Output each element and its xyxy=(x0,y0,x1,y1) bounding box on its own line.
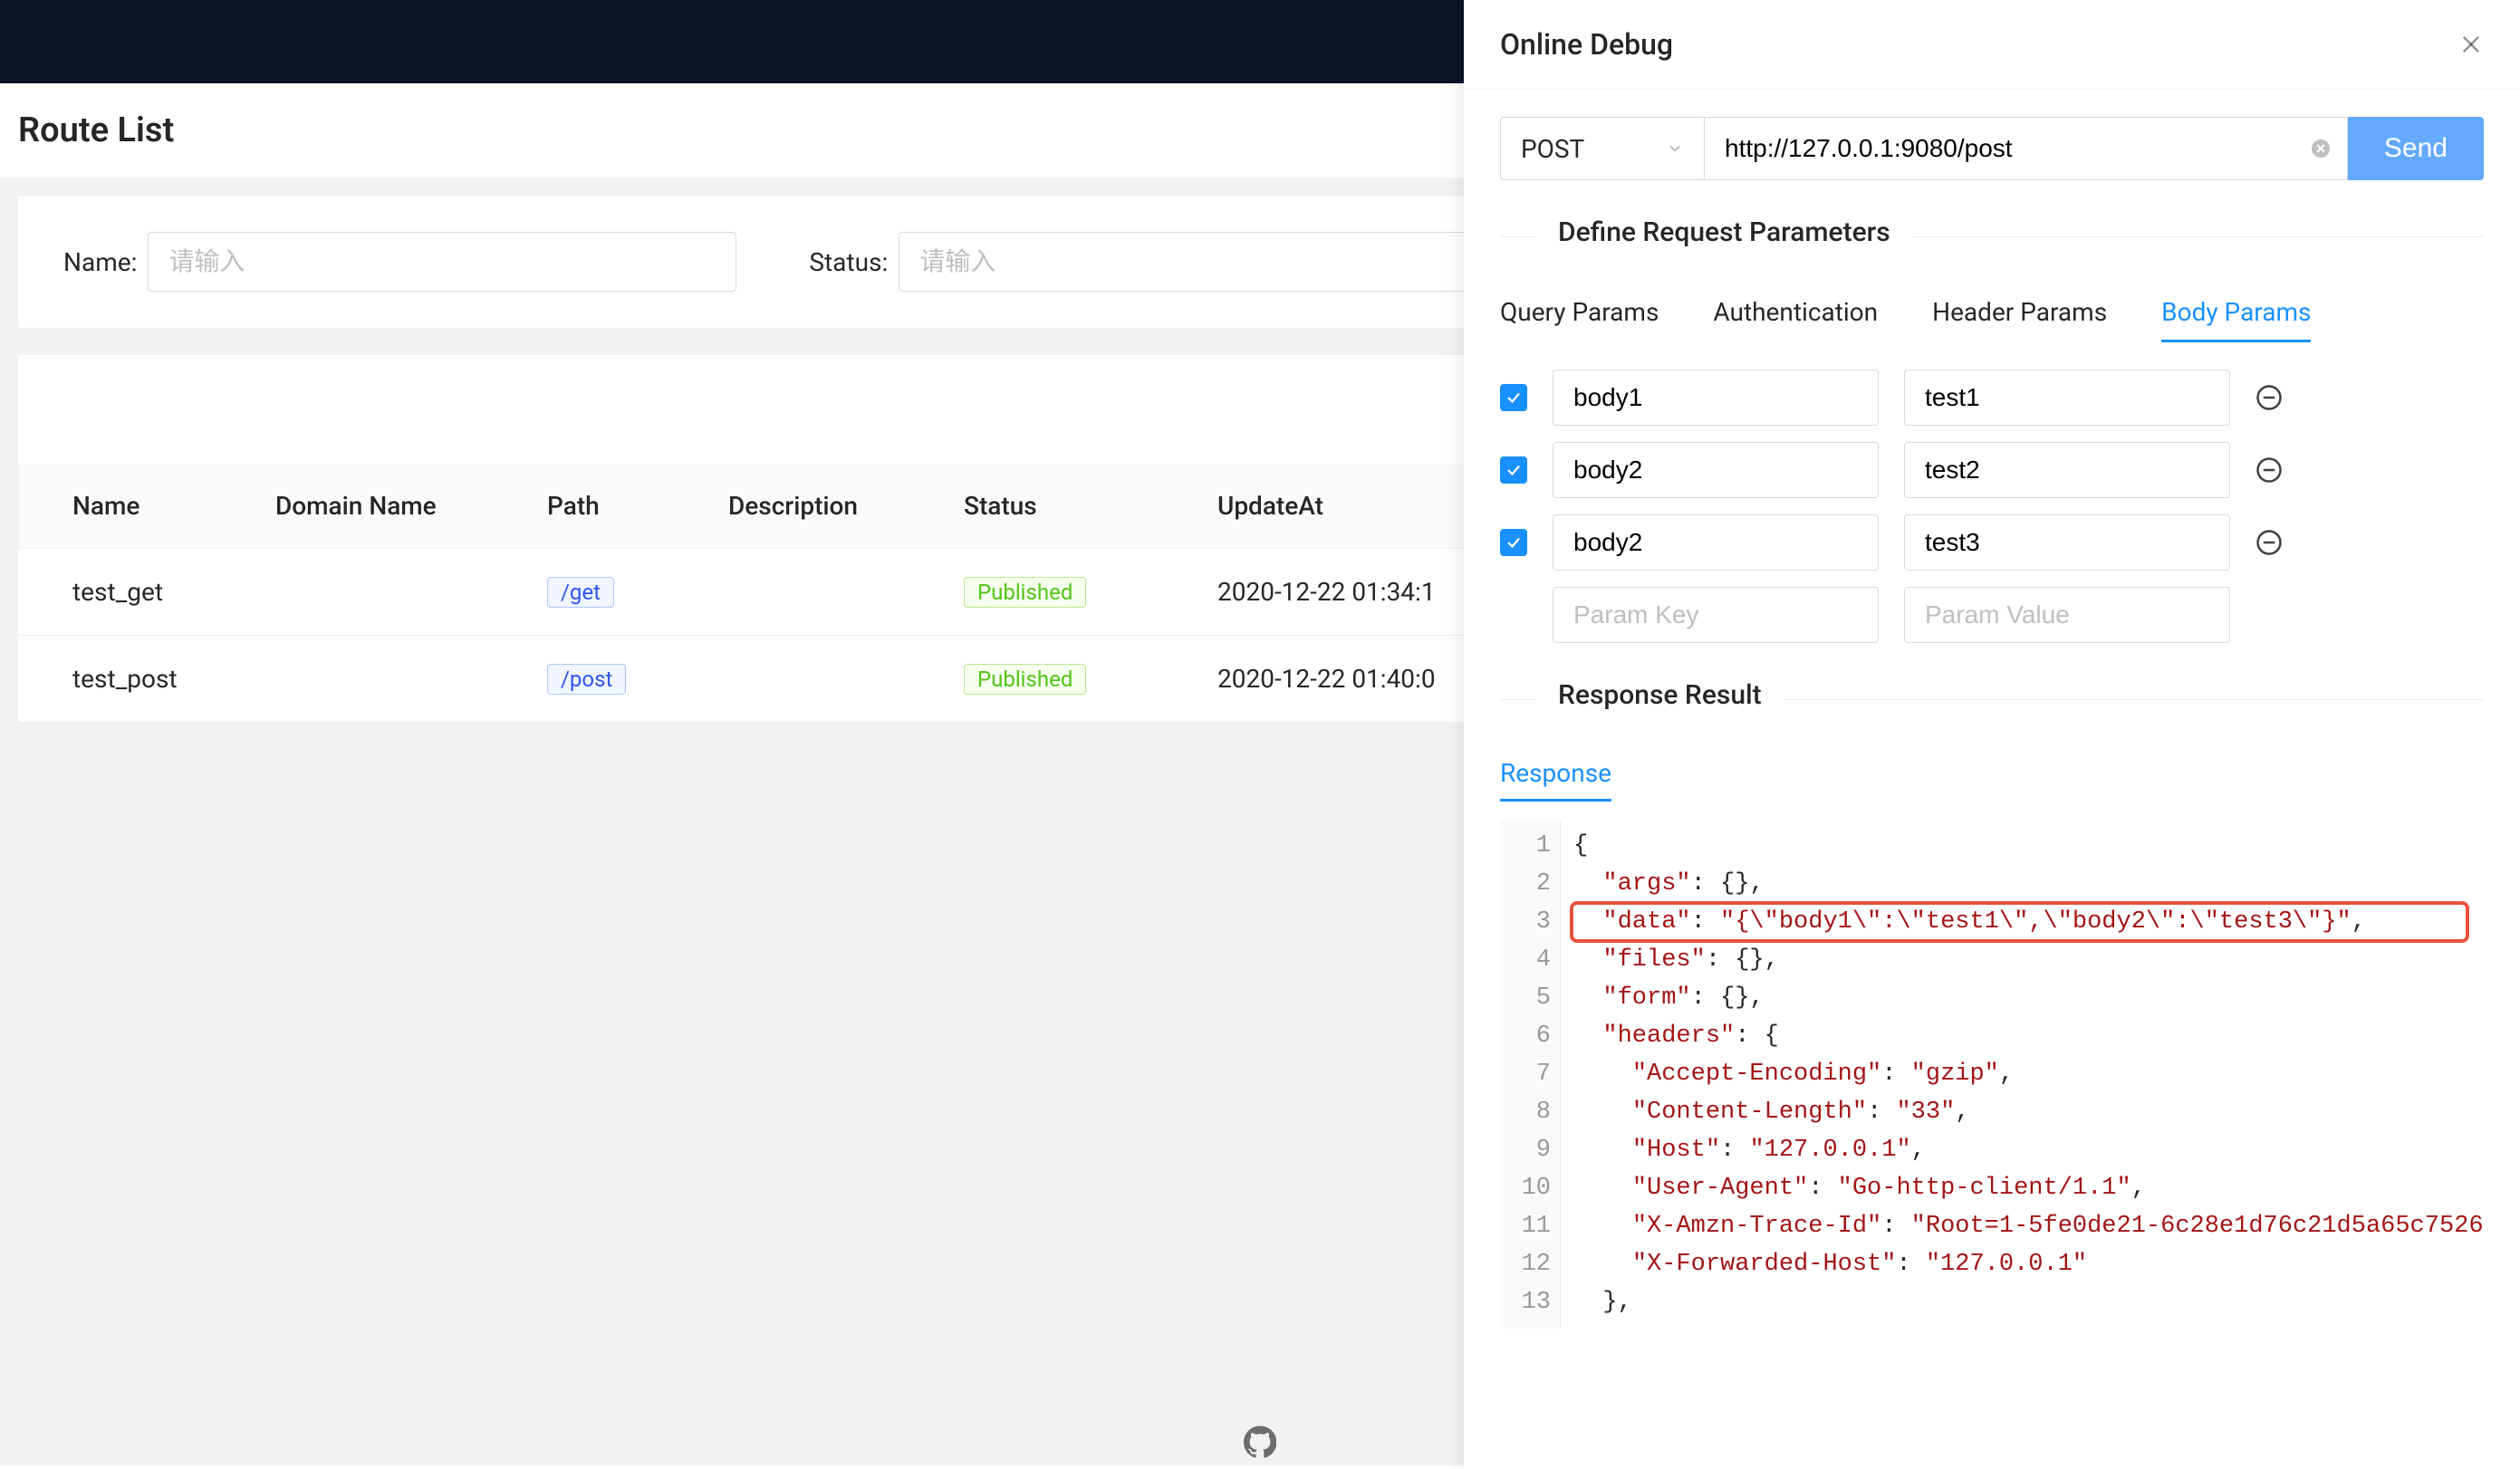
param-key-input[interactable] xyxy=(1553,587,1879,643)
filter-name-input[interactable] xyxy=(148,232,736,292)
tab-header[interactable]: Header Params xyxy=(1932,284,2107,342)
param-row-placeholder xyxy=(1500,587,2484,643)
section-response-divider: Response Result xyxy=(1500,679,2484,720)
request-bar: POST Send xyxy=(1500,117,2484,180)
body-params-list xyxy=(1500,370,2484,643)
param-value-input[interactable] xyxy=(1904,587,2230,643)
path-tag: /get xyxy=(547,577,614,608)
cell-domain xyxy=(254,636,525,723)
minus-circle-icon[interactable] xyxy=(2255,529,2283,556)
code-line: "X-Amzn-Trace-Id": "Root=1-5fe0de21-6c28… xyxy=(1573,1207,2471,1245)
param-checkbox[interactable] xyxy=(1500,456,1527,484)
status-tag: Published xyxy=(964,664,1086,695)
code-line: "Content-Length": "33", xyxy=(1573,1093,2471,1131)
close-icon[interactable] xyxy=(2458,32,2484,57)
cell-description xyxy=(707,549,942,636)
chevron-down-icon xyxy=(1666,139,1684,158)
send-button[interactable]: Send xyxy=(2348,117,2484,180)
cell-path: /get xyxy=(525,549,707,636)
code-line: "Accept-Encoding": "gzip", xyxy=(1573,1055,2471,1093)
drawer-title: Online Debug xyxy=(1500,27,1673,62)
param-row xyxy=(1500,370,2484,426)
drawer-header: Online Debug xyxy=(1464,0,2520,90)
param-checkbox[interactable] xyxy=(1500,529,1527,556)
section-response-label: Response Result xyxy=(1558,679,1762,720)
filter-status: Status: xyxy=(809,232,1487,292)
cell-status: Published xyxy=(942,549,1196,636)
cell-description xyxy=(707,636,942,723)
filter-name: Name: xyxy=(63,232,736,292)
param-value-input[interactable] xyxy=(1904,442,2230,498)
code-line: }, xyxy=(1573,1283,2471,1321)
param-key-input[interactable] xyxy=(1553,442,1879,498)
col-status: Status xyxy=(942,464,1196,549)
col-description: Description xyxy=(707,464,942,549)
param-checkbox[interactable] xyxy=(1500,384,1527,411)
code-line: "headers": { xyxy=(1573,1017,2471,1055)
param-row xyxy=(1500,514,2484,571)
code-line: "data": "{\"body1\":\"test1\",\"body2\":… xyxy=(1573,903,2471,941)
method-value: POST xyxy=(1521,134,1584,164)
code-line: "args": {}, xyxy=(1573,865,2471,903)
status-tag: Published xyxy=(964,577,1086,608)
param-tabs: Query Params Authentication Header Param… xyxy=(1500,284,2484,342)
clear-icon[interactable] xyxy=(2310,138,2332,159)
response-tabs: Response xyxy=(1500,747,2484,802)
filter-name-label: Name: xyxy=(63,247,137,277)
minus-circle-icon[interactable] xyxy=(2255,456,2283,484)
debug-drawer: Online Debug POST Send Define Request Pa… xyxy=(1464,0,2520,1469)
cell-name: test_post xyxy=(18,636,254,723)
section-params-label: Define Request Parameters xyxy=(1558,216,1890,257)
minus-circle-icon[interactable] xyxy=(2255,384,2283,411)
filter-status-label: Status: xyxy=(809,247,888,277)
col-domain: Domain Name xyxy=(254,464,525,549)
col-path: Path xyxy=(525,464,707,549)
tab-auth[interactable]: Authentication xyxy=(1713,284,1878,342)
param-row xyxy=(1500,442,2484,498)
method-select[interactable]: POST xyxy=(1500,117,1704,180)
cell-path: /post xyxy=(525,636,707,723)
cell-domain xyxy=(254,549,525,636)
tab-body[interactable]: Body Params xyxy=(2161,284,2311,342)
code-line: { xyxy=(1573,827,2471,865)
code-line: "files": {}, xyxy=(1573,941,2471,979)
code-lines[interactable]: { "args": {}, "data": "{\"body1\":\"test… xyxy=(1561,820,2484,1329)
url-input[interactable] xyxy=(1704,117,2348,180)
line-gutter: 12345678910111213 xyxy=(1500,820,1561,1329)
code-line: "form": {}, xyxy=(1573,979,2471,1017)
cell-status: Published xyxy=(942,636,1196,723)
path-tag: /post xyxy=(547,664,626,695)
section-params-divider: Define Request Parameters xyxy=(1500,216,2484,257)
param-key-input[interactable] xyxy=(1553,370,1879,426)
tab-response[interactable]: Response xyxy=(1500,747,1611,802)
param-value-input[interactable] xyxy=(1904,370,2230,426)
tab-query[interactable]: Query Params xyxy=(1500,284,1659,342)
code-line: "User-Agent": "Go-http-client/1.1", xyxy=(1573,1169,2471,1207)
cell-name: test_get xyxy=(18,549,254,636)
col-name: Name xyxy=(18,464,254,549)
github-icon[interactable] xyxy=(1244,1426,1276,1458)
response-code-view: 12345678910111213 { "args": {}, "data": … xyxy=(1500,820,2484,1329)
code-line: "X-Forwarded-Host": "127.0.0.1" xyxy=(1573,1245,2471,1283)
param-value-input[interactable] xyxy=(1904,514,2230,571)
param-key-input[interactable] xyxy=(1553,514,1879,571)
filter-status-input[interactable] xyxy=(899,232,1487,292)
code-line: "Host": "127.0.0.1", xyxy=(1573,1131,2471,1169)
